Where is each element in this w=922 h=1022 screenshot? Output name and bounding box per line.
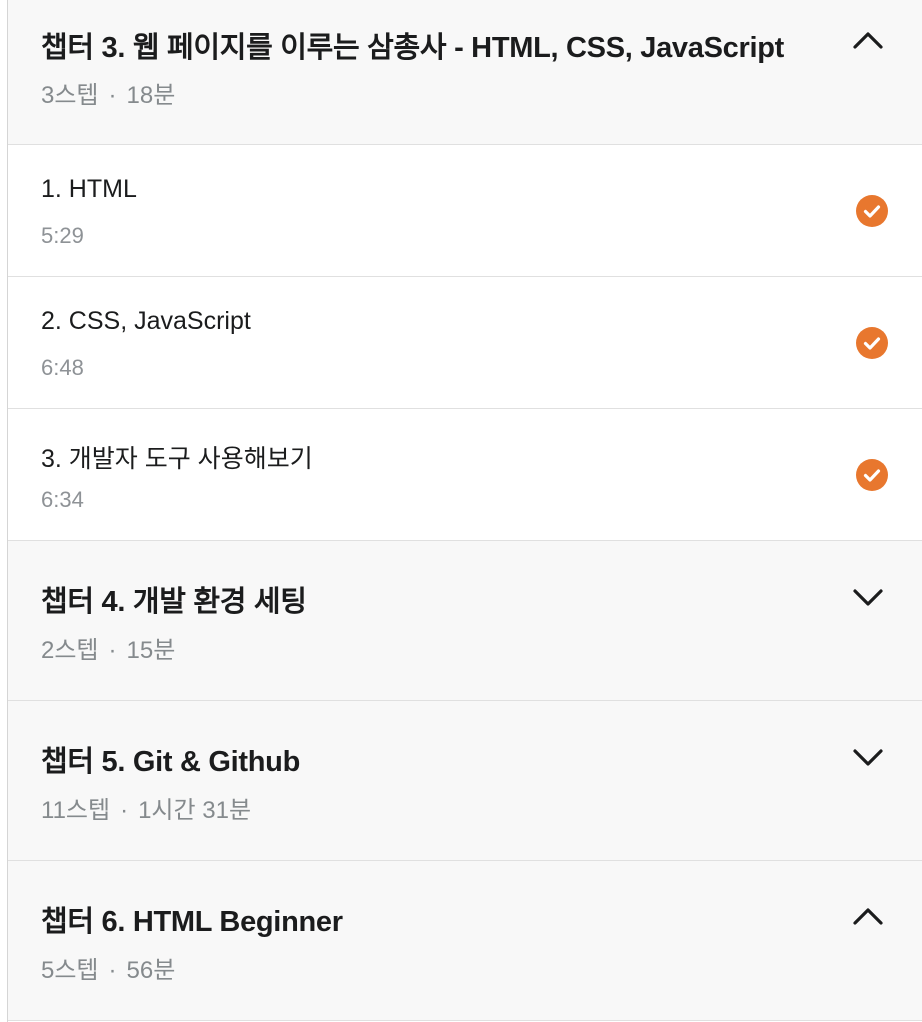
check-circle-icon — [856, 459, 888, 491]
chapter-title: 챕터 3. 웹 페이지를 이루는 삼총사 - HTML, CSS, JavaSc… — [41, 32, 784, 64]
unit-title: 2. CSS, JavaScript — [41, 307, 251, 335]
unit-row[interactable]: 3. 개발자 도구 사용해보기 6:34 — [8, 409, 922, 541]
chapter-header-5[interactable]: 챕터 5. Git & Github 11스텝 · 1시간 31분 — [8, 701, 922, 861]
chapter-header-4[interactable]: 챕터 4. 개발 환경 세팅 2스텝 · 15분 — [8, 541, 922, 701]
separator-dot: · — [108, 637, 117, 664]
chapter-meta: 2스텝 · 15분 — [41, 630, 175, 665]
chapter-header-3[interactable]: 챕터 3. 웹 페이지를 이루는 삼총사 - HTML, CSS, JavaSc… — [8, 0, 922, 145]
chapter-meta: 5스텝 · 56분 — [41, 950, 175, 985]
chapter-duration: 18분 — [126, 82, 176, 109]
chapter-title: 챕터 4. 개발 환경 세팅 — [41, 586, 307, 618]
chapter-duration: 15분 — [126, 637, 176, 664]
chevron-up-icon[interactable] — [848, 21, 888, 61]
chapter-meta: 3스텝 · 18분 — [41, 75, 175, 110]
unit-duration: 6:48 — [41, 355, 84, 380]
chapter-steps: 2스텝 — [41, 637, 99, 664]
chapter-duration: 56분 — [126, 957, 176, 984]
chapter-steps: 11스텝 — [41, 797, 111, 824]
separator-dot: · — [108, 82, 117, 109]
unit-row[interactable]: 2. CSS, JavaScript 6:48 — [8, 277, 922, 409]
chevron-down-icon[interactable] — [848, 577, 888, 617]
curriculum-list: 챕터 3. 웹 페이지를 이루는 삼총사 - HTML, CSS, JavaSc… — [7, 0, 922, 1022]
check-circle-icon — [856, 327, 888, 359]
unit-title: 3. 개발자 도구 사용해보기 — [41, 445, 313, 473]
chapter-steps: 3스텝 — [41, 82, 99, 109]
separator-dot: · — [120, 797, 129, 824]
unit-duration: 6:34 — [41, 487, 84, 512]
unit-duration: 5:29 — [41, 223, 84, 248]
check-circle-icon — [856, 195, 888, 227]
chapter-duration: 1시간 31분 — [138, 797, 252, 824]
chapter-title: 챕터 6. HTML Beginner — [41, 906, 343, 938]
chapter-header-6[interactable]: 챕터 6. HTML Beginner 5스텝 · 56분 — [8, 861, 922, 1021]
chapter-title: 챕터 5. Git & Github — [41, 746, 301, 778]
separator-dot: · — [108, 957, 117, 984]
chevron-up-icon[interactable] — [848, 897, 888, 937]
unit-row[interactable]: 1. HTML 5:29 — [8, 145, 922, 277]
chapter-meta: 11스텝 · 1시간 31분 — [41, 790, 251, 825]
unit-title: 1. HTML — [41, 175, 137, 203]
chapter-steps: 5스텝 — [41, 957, 99, 984]
chevron-down-icon[interactable] — [848, 737, 888, 777]
